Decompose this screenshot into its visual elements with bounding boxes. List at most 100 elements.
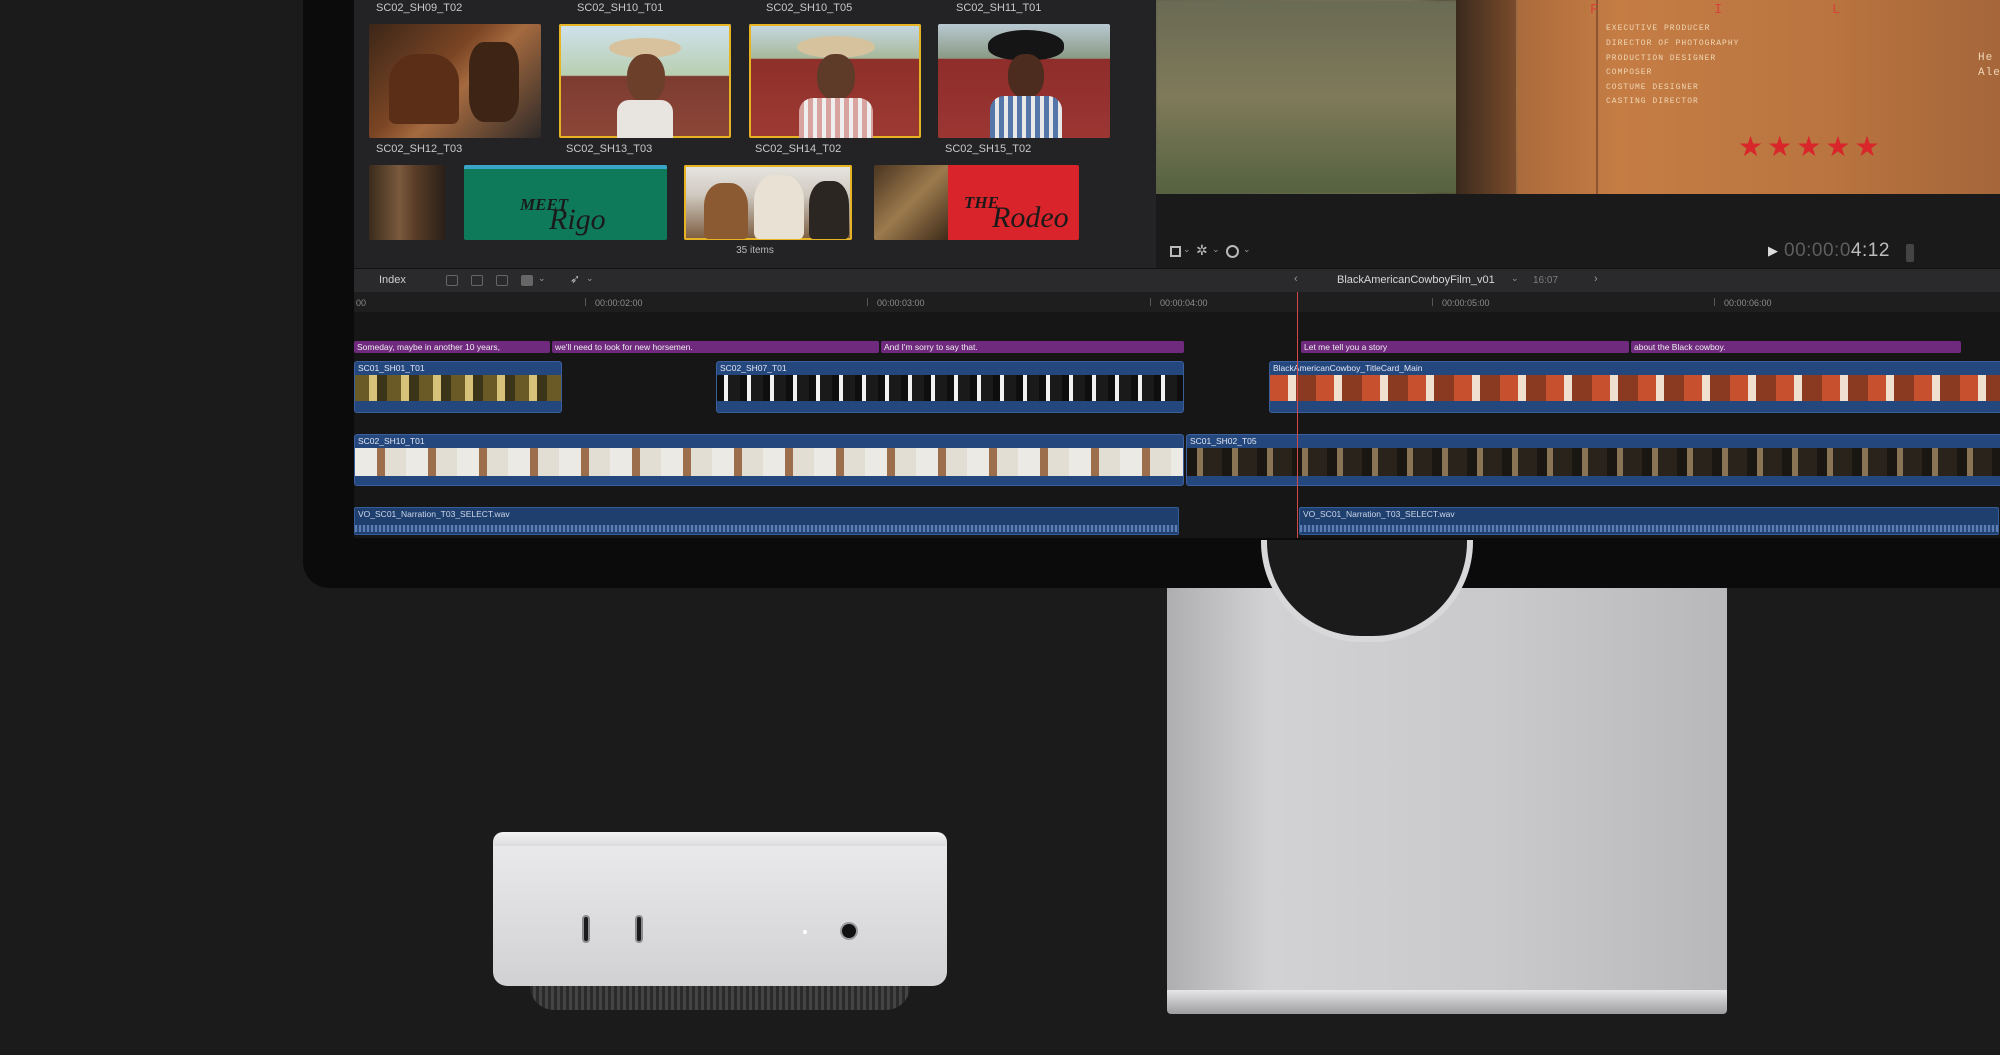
viewer-frame: F I L EXECUTIVE PRODUCER DIRECTOR OF PHO… — [1156, 0, 2000, 194]
ruler-tick — [1432, 298, 1433, 306]
project-duration: 16:07 — [1533, 275, 1559, 286]
ruler-label: 00:00:03:00 — [877, 298, 925, 308]
select-tool-icon[interactable]: ➶ — [570, 272, 580, 286]
caption-clip[interactable]: And I'm sorry to say that. — [881, 341, 1184, 353]
credit-line: PRODUCTION DESIGNER — [1606, 54, 1717, 63]
clip-thumbnail-boy-cowboy-hat[interactable] — [559, 24, 731, 138]
insert-clip-icon[interactable] — [471, 275, 483, 286]
caption-clip[interactable]: Someday, maybe in another 10 years, — [354, 341, 550, 353]
filmstrip — [355, 448, 1183, 476]
speed-gauge-icon[interactable] — [1226, 245, 1239, 258]
audio-waveform — [355, 525, 1178, 532]
star-icon: ★ — [1796, 131, 1822, 162]
audio-meter — [1906, 244, 1914, 262]
credit-line: COMPOSER — [1606, 68, 1653, 77]
filmstrip — [355, 375, 561, 401]
back-arrow-icon[interactable]: ‹ — [1294, 273, 1298, 285]
ruler-tick — [1714, 298, 1715, 306]
clip-label: SC02_SH13_T03 — [566, 143, 653, 155]
clip-thumbnail-the-rodeo[interactable]: THE Rodeo — [874, 165, 1079, 240]
credit-line: EXECUTIVE PRODUCER — [1606, 24, 1711, 33]
chevron-down-icon[interactable]: ⌄ — [1212, 244, 1220, 255]
crop-icon[interactable] — [1170, 246, 1181, 257]
video-clip[interactable]: SC01_SH02_T05 — [1186, 434, 2000, 486]
timeline-ruler[interactable]: 00 00:00:02:00 00:00:03:00 00:00:04:00 0… — [354, 292, 2000, 313]
clip-thumbnail-man-cowboy-hat[interactable] — [749, 24, 921, 138]
chevron-down-icon[interactable]: ⌄ — [1243, 244, 1251, 255]
ruler-label: 00 — [356, 298, 367, 308]
clip-name: SC02_SH07_T01 — [720, 363, 787, 373]
star-icon: ★ — [1825, 131, 1851, 162]
clip-label: SC02_SH11_T01 — [956, 2, 1042, 14]
title-letter: I — [1714, 2, 1723, 18]
viewer-controls: ⌄ ✲ ⌄ ⌄ ▶ 00:00:04:12 — [1156, 236, 2000, 268]
clip-thumbnail-horses[interactable] — [684, 165, 852, 240]
timecode-dim: 00:00:0 — [1784, 240, 1851, 261]
display-stand-foot — [1167, 990, 1727, 1014]
project-name[interactable]: BlackAmericanCowboyFilm_v01 — [1337, 274, 1495, 286]
star-icon: ★ — [1738, 131, 1764, 162]
final-cut-pro-window: SC02_SH09_T02 SC02_SH10_T01 SC02_SH10_T0… — [354, 0, 2000, 538]
timeline-toolbar: Index ⌄ ➶ ⌄ ‹ BlackAmericanCowboyFilm_v0… — [354, 268, 2000, 293]
ruler-tick — [867, 298, 868, 306]
clip-label: SC02_SH09_T02 — [376, 2, 463, 14]
clip-label: SC02_SH14_T02 — [755, 143, 842, 155]
overwrite-clip-icon[interactable] — [521, 275, 533, 286]
star-icon: ★ — [1767, 131, 1793, 162]
media-browser: SC02_SH09_T02 SC02_SH10_T01 SC02_SH10_T0… — [354, 0, 1156, 268]
timecode-bright: 4:12 — [1850, 240, 1890, 261]
credit-name: He — [1978, 52, 1994, 64]
items-count: 35 items — [736, 245, 774, 256]
clip-label: SC02_SH15_T02 — [945, 143, 1032, 155]
rating-stars: ★ ★ ★ ★ ★ — [1738, 130, 1884, 163]
playhead[interactable] — [1297, 292, 1298, 538]
video-clip[interactable]: BlackAmericanCowboy_TitleCard_Main — [1269, 361, 2000, 413]
video-clip[interactable]: SC01_SH01_T01 — [354, 361, 562, 413]
mac-mini — [493, 846, 947, 986]
power-led — [803, 930, 807, 934]
viewer: F I L EXECUTIVE PRODUCER DIRECTOR OF PHO… — [1156, 0, 2000, 268]
chevron-down-icon[interactable]: ⌄ — [1511, 273, 1519, 284]
caption-clip[interactable]: Let me tell you a story — [1301, 341, 1629, 353]
video-clip[interactable]: SC02_SH07_T01 — [716, 361, 1184, 413]
clip-name: SC01_SH02_T05 — [1190, 436, 1257, 446]
connect-clip-icon[interactable] — [446, 275, 458, 286]
clip-label: SC02_SH12_T03 — [376, 143, 463, 155]
audio-clip[interactable]: VO_SC01_Narration_T03_SELECT.wav — [354, 507, 1179, 535]
clip-thumbnail-ropes[interactable] — [369, 165, 445, 240]
clip-thumbnail-smiling-boy[interactable] — [938, 24, 1110, 138]
credit-line: CASTING DIRECTOR — [1606, 97, 1699, 106]
filmstrip — [1270, 375, 2000, 401]
chevron-down-icon[interactable]: ⌄ — [1183, 244, 1191, 255]
index-button[interactable]: Index — [379, 274, 406, 286]
usb-c-port — [635, 915, 643, 943]
credit-line: COSTUME DESIGNER — [1606, 83, 1699, 92]
play-icon[interactable]: ▶ — [1768, 243, 1778, 259]
rodeo-title-big: Rodeo — [992, 201, 1069, 234]
filmstrip — [717, 375, 1183, 401]
title-letter: F — [1590, 2, 1599, 18]
append-clip-icon[interactable] — [496, 275, 508, 286]
audio-clip[interactable]: VO_SC01_Narration_T03_SELECT.wav — [1299, 507, 1999, 535]
filmstrip — [1187, 448, 2000, 476]
chevron-down-icon[interactable]: ⌄ — [538, 273, 546, 284]
timecode-display: 00:00:04:12 — [1784, 240, 1890, 262]
clip-thumbnail-saddles[interactable] — [369, 24, 541, 138]
ruler-label: 00:00:06:00 — [1724, 298, 1772, 308]
meet-title-big: Rigo — [549, 203, 606, 236]
headphone-jack — [842, 924, 856, 938]
display-stand — [1167, 588, 1727, 990]
caption-clip[interactable]: we'll need to look for new horsemen. — [552, 341, 879, 353]
magic-wand-icon[interactable]: ✲ — [1196, 242, 1208, 259]
audio-clip-name: VO_SC01_Narration_T03_SELECT.wav — [358, 509, 510, 519]
caption-clip[interactable]: about the Black cowboy. — [1631, 341, 1961, 353]
video-clip[interactable]: SC02_SH10_T01 — [354, 434, 1184, 486]
ruler-tick — [1150, 298, 1151, 306]
chevron-down-icon[interactable]: ⌄ — [586, 273, 594, 284]
clip-name: SC02_SH10_T01 — [358, 436, 425, 446]
ruler-tick — [585, 298, 586, 306]
forward-arrow-icon[interactable]: › — [1594, 273, 1598, 285]
clip-thumbnail-meet-rigo[interactable]: MEET Rigo — [464, 165, 667, 240]
clip-name: BlackAmericanCowboy_TitleCard_Main — [1273, 363, 1423, 373]
audio-waveform — [1300, 525, 1998, 532]
